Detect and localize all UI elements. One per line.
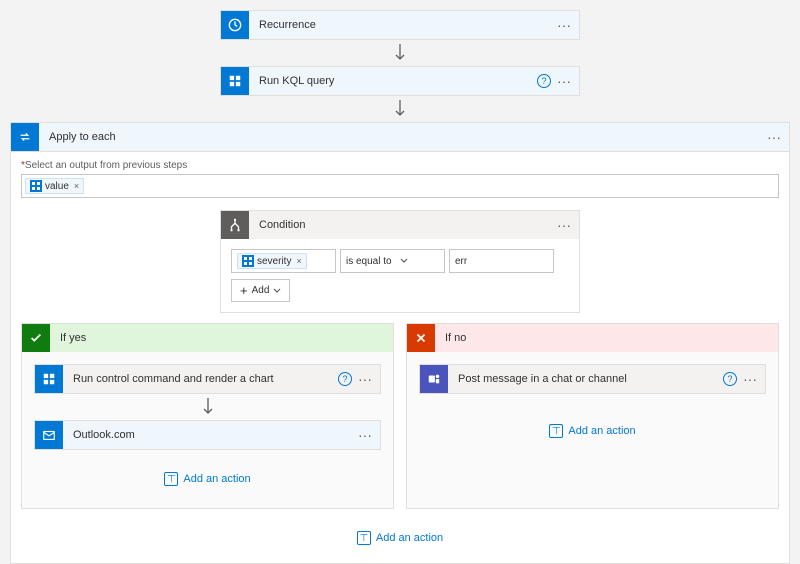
add-action-label: Add an action [376,532,443,544]
arrow-icon [10,40,790,66]
add-action-label: Add an action [568,425,635,437]
if-yes-header[interactable]: If yes [22,324,393,352]
kql-title: Run KQL query [249,75,537,87]
condition-card: Condition ··· se [220,210,580,313]
database-icon [35,365,63,393]
add-action-label: Add an action [183,473,250,485]
arrow-icon [10,96,790,122]
add-action-icon: ⊤ [549,424,563,438]
action-title: Post message in a chat or channel [448,373,723,385]
condition-header[interactable]: Condition ··· [221,211,579,239]
token-icon [30,180,42,192]
if-yes-title: If yes [50,332,393,344]
if-no-title: If no [435,332,778,344]
teams-icon [420,365,448,393]
add-action-icon: ⊤ [357,531,371,545]
help-icon[interactable]: ? [338,372,352,386]
more-icon[interactable]: ··· [358,372,372,386]
x-icon [407,324,435,352]
chevron-down-icon [273,287,281,295]
action-title: Run control command and render a chart [63,373,338,385]
kql-card[interactable]: Run KQL query ? ··· [220,66,580,96]
outlook-card[interactable]: Outlook.com ··· [34,420,381,450]
run-control-command-card[interactable]: Run control command and render a chart ?… [34,364,381,394]
output-input[interactable]: value × [21,174,779,198]
token-label: severity [257,256,291,267]
help-icon[interactable]: ? [723,372,737,386]
condition-title: Condition [249,219,557,231]
loop-icon [11,123,39,151]
operator-label: is equal to [346,256,392,267]
more-icon[interactable]: ··· [743,372,757,386]
teams-post-card[interactable]: Post message in a chat or channel ? ··· [419,364,766,394]
apply-to-each-header[interactable]: Apply to each ··· [11,123,789,152]
severity-token[interactable]: severity × [237,253,307,269]
help-icon[interactable]: ? [537,74,551,88]
token-icon [242,255,254,267]
clock-icon [221,11,249,39]
check-icon [22,324,50,352]
more-icon[interactable]: ··· [557,18,571,32]
if-no-branch: If no Post message in a chat or channel … [406,323,779,509]
recurrence-card[interactable]: Recurrence ··· [220,10,580,40]
add-action-button[interactable]: ⊤ Add an action [419,414,766,448]
add-action-button[interactable]: ⊤ Add an action [34,462,381,496]
apply-to-each-title: Apply to each [39,131,767,143]
outlook-icon [35,421,63,449]
remove-token-icon[interactable]: × [296,256,301,266]
arrow-icon [34,394,381,420]
more-icon[interactable]: ··· [557,218,571,232]
value-token[interactable]: value × [25,178,84,194]
database-icon [221,67,249,95]
add-label: Add [252,285,270,296]
add-action-button[interactable]: ⊤ Add an action [21,521,779,555]
field-label: *Select an output from previous steps [21,160,779,171]
more-icon[interactable]: ··· [767,130,781,144]
condition-operator-select[interactable]: is equal to [340,249,445,273]
more-icon[interactable]: ··· [557,74,571,88]
action-title: Outlook.com [63,429,358,441]
token-label: value [45,181,69,192]
right-value: err [455,256,467,267]
condition-left-input[interactable]: severity × [231,249,336,273]
chevron-down-icon [400,257,408,265]
add-action-icon: ⊤ [164,472,178,486]
condition-right-input[interactable]: err [449,249,554,273]
more-icon[interactable]: ··· [358,428,372,442]
apply-to-each-card: Apply to each ··· *Select an output from… [10,122,790,564]
condition-icon [221,211,249,239]
add-condition-button[interactable]: + Add [231,279,290,302]
if-no-header[interactable]: If no [407,324,778,352]
remove-token-icon[interactable]: × [74,181,79,191]
recurrence-title: Recurrence [249,19,557,31]
flow-canvas: Recurrence ··· Run KQL query ? ··· [0,0,800,559]
if-yes-branch: If yes Run control command and render a … [21,323,394,509]
